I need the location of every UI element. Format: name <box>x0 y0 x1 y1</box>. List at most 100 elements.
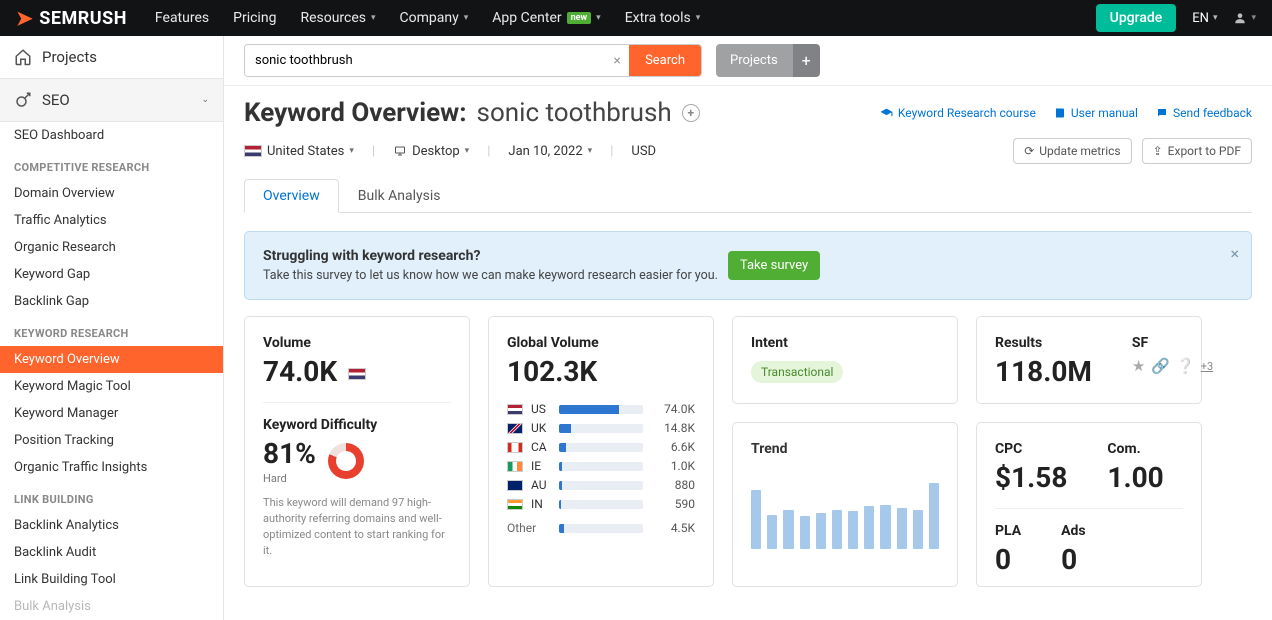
search-field-wrap: × Search <box>244 44 702 77</box>
add-keyword-button[interactable]: + <box>682 104 700 122</box>
trend-bar <box>783 510 793 549</box>
kd-label: Keyword Difficulty <box>263 417 451 433</box>
card-results-sf: Results 118.0M SF ★ 🔗 ❔ +3 <box>976 316 1202 404</box>
gv-other-label: Other <box>507 521 551 535</box>
intent-value: Transactional <box>751 361 843 383</box>
trend-bar <box>816 513 826 549</box>
gv-row: US74.0K <box>507 402 695 416</box>
nav-app-center[interactable]: App Centernew▾ <box>492 10 600 26</box>
sidebar-heading-link-building: LINK BUILDING <box>0 481 223 512</box>
sidebar-keyword-magic-tool[interactable]: Keyword Magic Tool <box>0 373 223 400</box>
sidebar-projects-label: Projects <box>42 48 97 66</box>
tab-overview[interactable]: Overview <box>244 179 339 213</box>
tabs: Overview Bulk Analysis <box>244 178 1252 213</box>
update-metrics-button[interactable]: ⟳Update metrics <box>1013 138 1131 164</box>
com-value: 1.00 <box>1107 461 1163 494</box>
user-menu[interactable]: ▾ <box>1233 11 1256 25</box>
filter-country[interactable]: United States▾ <box>244 144 354 159</box>
target-icon <box>14 91 32 109</box>
link-course[interactable]: Keyword Research course <box>880 106 1036 120</box>
sidebar-backlink-gap[interactable]: Backlink Gap <box>0 288 223 315</box>
card-trend: Trend <box>732 422 958 587</box>
add-project-button[interactable]: + <box>792 44 820 77</box>
sidebar-heading-keyword-research: KEYWORD RESEARCH <box>0 315 223 346</box>
sidebar-position-tracking[interactable]: Position Tracking <box>0 427 223 454</box>
sf-label: SF <box>1132 335 1213 351</box>
tab-bulk-analysis[interactable]: Bulk Analysis <box>339 179 460 213</box>
sidebar-traffic-analytics[interactable]: Traffic Analytics <box>0 207 223 234</box>
gv-bar <box>559 405 643 414</box>
language-switcher[interactable]: EN▾ <box>1192 11 1217 26</box>
sidebar-organic-research[interactable]: Organic Research <box>0 234 223 261</box>
results-label: Results <box>995 335 1092 351</box>
results-value: 118.0M <box>995 355 1092 388</box>
export-pdf-button[interactable]: ⇪Export to PDF <box>1142 138 1252 164</box>
sidebar-organic-traffic-insights[interactable]: Organic Traffic Insights <box>0 454 223 481</box>
flag-icon <box>507 499 523 510</box>
take-survey-button[interactable]: Take survey <box>728 251 820 280</box>
upgrade-button[interactable]: Upgrade <box>1096 4 1177 32</box>
flag-icon <box>507 461 523 472</box>
sidebar-seo-label: SEO <box>42 91 70 109</box>
gv-bar <box>559 481 643 490</box>
brand-logo[interactable]: ➤ SEMRUSH <box>16 6 127 30</box>
chevron-down-icon: ▾ <box>1213 13 1218 23</box>
chevron-down-icon: ▾ <box>596 13 601 23</box>
sidebar-projects[interactable]: Projects <box>0 36 223 79</box>
gv-row: UK14.8K <box>507 421 695 435</box>
sidebar-backlink-analytics[interactable]: Backlink Analytics <box>0 512 223 539</box>
kd-donut-icon <box>328 443 364 479</box>
gv-cc: UK <box>531 421 551 435</box>
link-manual[interactable]: User manual <box>1054 106 1138 120</box>
keyword-text: sonic toothbrush <box>477 98 672 128</box>
filter-currency: USD <box>631 144 656 159</box>
nav-company[interactable]: Company▾ <box>400 10 469 26</box>
nav-features[interactable]: Features <box>155 10 209 26</box>
sidebar-keyword-gap[interactable]: Keyword Gap <box>0 261 223 288</box>
keyword-search-input[interactable] <box>245 45 605 76</box>
close-icon[interactable]: × <box>1230 244 1239 263</box>
filter-device[interactable]: Desktop▾ <box>393 144 469 159</box>
trend-chart <box>751 467 939 549</box>
gv-other-value: 4.5K <box>651 521 695 535</box>
sidebar-seo[interactable]: SEO ⌄ <box>0 79 223 122</box>
sidebar-keyword-overview[interactable]: Keyword Overview <box>0 346 223 373</box>
sidebar-seo-dashboard[interactable]: SEO Dashboard <box>0 122 223 149</box>
trend-bar <box>897 508 907 549</box>
sidebar-bulk-analysis[interactable]: Bulk Analysis <box>0 593 223 620</box>
volume-value: 74.0K <box>263 355 451 388</box>
com-label: Com. <box>1107 441 1163 457</box>
sidebar: Projects SEO ⌄ SEO Dashboard COMPETITIVE… <box>0 36 224 620</box>
cpc-value: $1.58 <box>995 461 1067 494</box>
projects-button[interactable]: Projects <box>716 44 792 77</box>
desktop-icon <box>393 145 407 157</box>
chevron-down-icon: ▾ <box>1251 13 1256 23</box>
search-bar: × Search Projects + <box>224 36 1272 86</box>
pla-label: PLA <box>995 523 1021 539</box>
sidebar-keyword-manager[interactable]: Keyword Manager <box>0 400 223 427</box>
sidebar-backlink-audit[interactable]: Backlink Audit <box>0 539 223 566</box>
trend-bar <box>864 506 874 549</box>
chevron-down-icon: ▾ <box>371 13 376 23</box>
trend-bar <box>767 515 777 549</box>
filter-date[interactable]: Jan 10, 2022▾ <box>508 144 592 159</box>
gv-value: 590 <box>651 497 695 511</box>
sf-more[interactable]: +3 <box>1201 360 1213 373</box>
clear-icon[interactable]: × <box>605 45 629 76</box>
new-badge: new <box>567 12 592 24</box>
nav-pricing[interactable]: Pricing <box>233 10 276 26</box>
global-volume-value: 102.3K <box>507 355 695 388</box>
gv-cc: AU <box>531 478 551 492</box>
link-feedback[interactable]: Send feedback <box>1156 106 1252 120</box>
refresh-icon: ⟳ <box>1024 144 1034 158</box>
flag-us-icon <box>348 368 366 380</box>
nav-extra-tools[interactable]: Extra tools▾ <box>625 10 701 26</box>
gv-bar <box>559 462 643 471</box>
sidebar-domain-overview[interactable]: Domain Overview <box>0 180 223 207</box>
gv-value: 880 <box>651 478 695 492</box>
chevron-down-icon: ▾ <box>696 13 701 23</box>
search-button[interactable]: Search <box>629 45 701 76</box>
nav-resources[interactable]: Resources▾ <box>300 10 375 26</box>
sidebar-heading-competitive: COMPETITIVE RESEARCH <box>0 149 223 180</box>
trend-bar <box>800 516 810 549</box>
